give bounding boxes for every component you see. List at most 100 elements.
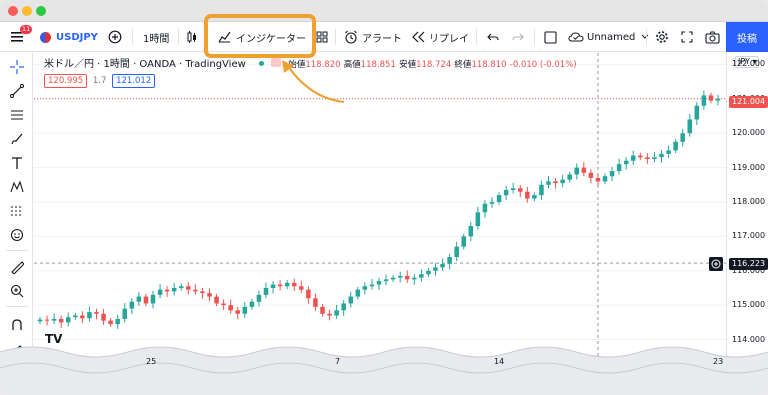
publish-button[interactable]: 投稿 <box>726 22 768 52</box>
alert-button[interactable]: アラート <box>344 22 402 52</box>
candle-body <box>482 203 488 213</box>
candle-body <box>440 263 445 268</box>
candle-body <box>602 176 608 182</box>
candle-body <box>143 296 149 304</box>
callout-arrow <box>282 60 345 103</box>
chart-type-button[interactable] <box>186 22 198 52</box>
indicators-highlight <box>204 14 316 58</box>
legend-title: 米ドル／円 · 1時間 · OANDA · TradingView <box>44 59 246 70</box>
plus-circle-icon <box>711 259 721 269</box>
candle-body <box>228 305 233 311</box>
interval-label: 1時間 <box>143 33 170 45</box>
settings-button[interactable] <box>655 22 669 52</box>
brush-tool[interactable] <box>6 128 28 150</box>
candle-body <box>701 95 707 106</box>
prediction-tool[interactable] <box>6 200 28 222</box>
price-tick-label: 120.000 <box>732 128 766 138</box>
crosshair-price-value: 116.223 <box>732 259 766 268</box>
candle-body <box>306 289 311 299</box>
magnet-tool[interactable] <box>6 314 28 336</box>
pattern-tool[interactable] <box>6 176 28 198</box>
candle-body <box>101 313 106 321</box>
fullscreen-button[interactable] <box>681 22 693 52</box>
pattern-icon <box>10 180 24 193</box>
templates-button[interactable] <box>316 22 328 52</box>
candle-body <box>348 296 354 304</box>
redo-icon <box>512 33 524 41</box>
minimize-window-button[interactable] <box>22 6 32 16</box>
measure-tool[interactable] <box>6 256 28 278</box>
square-icon <box>544 30 557 44</box>
select-layout-button[interactable] <box>544 22 557 52</box>
snapshot-button[interactable] <box>705 22 720 52</box>
layout-name-button[interactable]: Unnamed <box>568 22 649 52</box>
candle-body <box>715 98 721 101</box>
publish-label: 投稿 <box>737 33 757 45</box>
candle-body <box>200 291 205 294</box>
candle-body <box>58 318 64 323</box>
candle-body <box>73 315 78 318</box>
sell-button[interactable]: 120.995 <box>44 74 88 88</box>
candle-body <box>122 308 128 319</box>
close-window-button[interactable] <box>8 6 18 16</box>
compare-button[interactable] <box>108 22 122 52</box>
candle-body <box>171 287 177 292</box>
crosshair-price-label: 116.223 <box>729 258 768 270</box>
text-tool[interactable] <box>6 152 28 174</box>
emoji-tool[interactable] <box>6 224 28 246</box>
interval-button[interactable]: 1時間 <box>143 22 169 52</box>
candle-body <box>616 164 622 172</box>
magnet-icon <box>12 319 22 330</box>
candle-body <box>666 150 671 154</box>
candle-body <box>447 257 452 264</box>
fib-tool[interactable] <box>6 104 28 126</box>
candle-body <box>623 160 629 165</box>
bid-ask-row: 120.995 1.7 121.012 <box>44 74 156 88</box>
candle-body <box>574 167 580 175</box>
add-alert-plus-button[interactable] <box>709 257 723 271</box>
torn-edge <box>0 346 768 395</box>
price-tick-label: 117.000 <box>732 231 766 241</box>
candle-body <box>630 155 636 161</box>
candle-body <box>475 212 481 227</box>
candle-body <box>652 157 657 160</box>
replay-button[interactable]: リプレイ <box>412 22 469 52</box>
candle-body <box>207 293 212 297</box>
flag-icon <box>40 31 51 43</box>
window-titlebar <box>0 0 768 22</box>
last-price-label: 121.004 <box>729 96 768 108</box>
candle-body <box>291 282 297 287</box>
candle-body <box>214 296 219 304</box>
smiley-icon <box>10 228 24 242</box>
grid-templates-icon <box>316 31 328 43</box>
candle-body <box>404 275 410 280</box>
symbol-search-button[interactable]: USDJPY <box>40 22 98 52</box>
crosshair-tool[interactable] <box>6 56 28 78</box>
candle-body <box>369 284 375 287</box>
candle-body <box>263 287 269 295</box>
candle-body <box>694 105 700 120</box>
buy-button[interactable]: 121.012 <box>112 74 156 88</box>
candle-body <box>489 202 495 204</box>
toolbar-divider <box>646 29 647 45</box>
time-tick-label: 7 <box>335 357 341 366</box>
replay-label: リプレイ <box>429 33 469 45</box>
price-tick-label: 122.000 <box>732 59 766 69</box>
candle-body <box>221 303 226 306</box>
zoom-tool[interactable] <box>6 280 28 302</box>
undo-icon <box>487 33 499 41</box>
candle-body <box>178 286 184 288</box>
trendline-tool[interactable] <box>6 80 28 102</box>
redo-button[interactable] <box>512 22 524 52</box>
candle-body <box>51 318 57 321</box>
undo-button[interactable] <box>487 22 499 52</box>
menu-button[interactable]: 11 <box>10 22 33 52</box>
candle-body <box>320 306 325 314</box>
candle-body <box>588 172 594 178</box>
toolbar-divider <box>534 29 535 45</box>
maximize-window-button[interactable] <box>36 6 46 16</box>
candle-body <box>186 286 191 290</box>
price-tick-label: 119.000 <box>732 162 766 172</box>
candle-body <box>560 179 565 184</box>
ruler-icon <box>11 261 24 274</box>
